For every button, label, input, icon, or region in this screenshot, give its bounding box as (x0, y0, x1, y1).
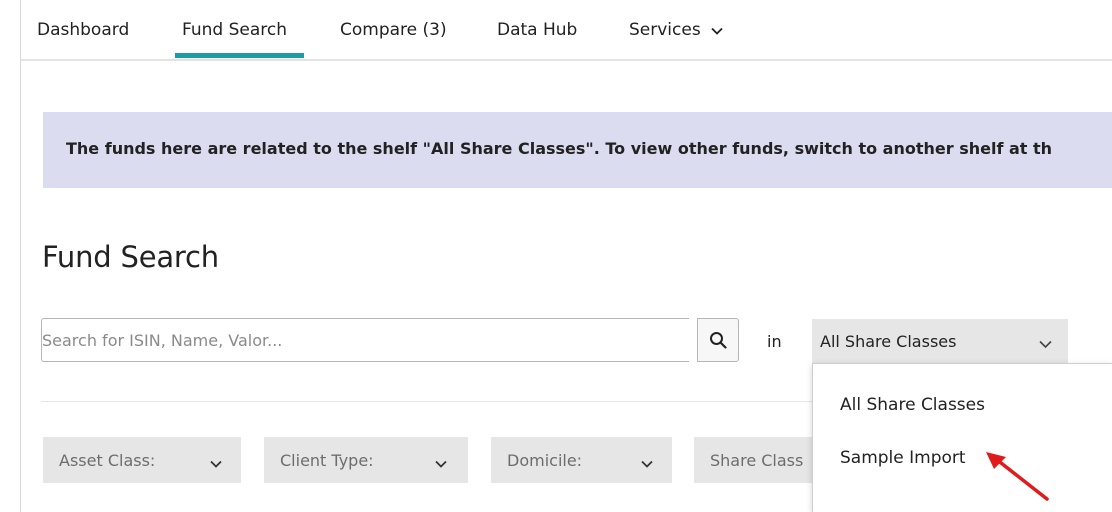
filter-label: Asset Class: (59, 451, 156, 470)
filter-label: Share Class (710, 451, 804, 470)
filter-label: Client Type: (280, 451, 374, 470)
shelf-select[interactable]: All Share Classes (812, 319, 1068, 363)
filter-domicile[interactable]: Domicile: (491, 437, 672, 483)
search-button[interactable] (697, 318, 739, 362)
search-icon (710, 332, 727, 349)
tab-services[interactable]: Services (629, 20, 723, 40)
tab-data-hub[interactable]: Data Hub (497, 20, 577, 40)
in-label: in (767, 332, 782, 351)
shelf-select-value: All Share Classes (820, 332, 957, 351)
filter-label: Domicile: (507, 451, 583, 470)
banner-text: The funds here are related to the shelf … (66, 139, 1053, 158)
filter-asset-class[interactable]: Asset Class: (43, 437, 241, 483)
nav-divider (21, 59, 1112, 61)
dropdown-option-sample-import[interactable]: Sample Import (840, 448, 966, 468)
tab-dashboard[interactable]: Dashboard (37, 20, 129, 40)
dropdown-option-all-share-classes[interactable]: All Share Classes (840, 395, 985, 415)
chevron-down-icon (641, 453, 653, 472)
annotation-arrow-icon (986, 452, 1049, 501)
tab-services-label: Services (629, 20, 701, 40)
page-title: Fund Search (42, 240, 219, 274)
page-left-border (20, 0, 21, 512)
active-tab-indicator (175, 53, 304, 58)
chevron-down-icon (711, 20, 723, 40)
shelf-info-banner: The funds here are related to the shelf … (43, 112, 1112, 188)
search-input[interactable] (41, 318, 689, 362)
chevron-down-icon (210, 453, 222, 472)
filter-client-type[interactable]: Client Type: (264, 437, 468, 483)
filter-share-class[interactable]: Share Class (694, 437, 824, 483)
chevron-down-icon (435, 453, 447, 472)
shelf-dropdown-menu: All Share Classes Sample Import (812, 363, 1112, 512)
tab-compare[interactable]: Compare (3) (340, 20, 447, 40)
tab-fund-search[interactable]: Fund Search (182, 20, 287, 40)
chevron-down-icon (1039, 334, 1052, 353)
